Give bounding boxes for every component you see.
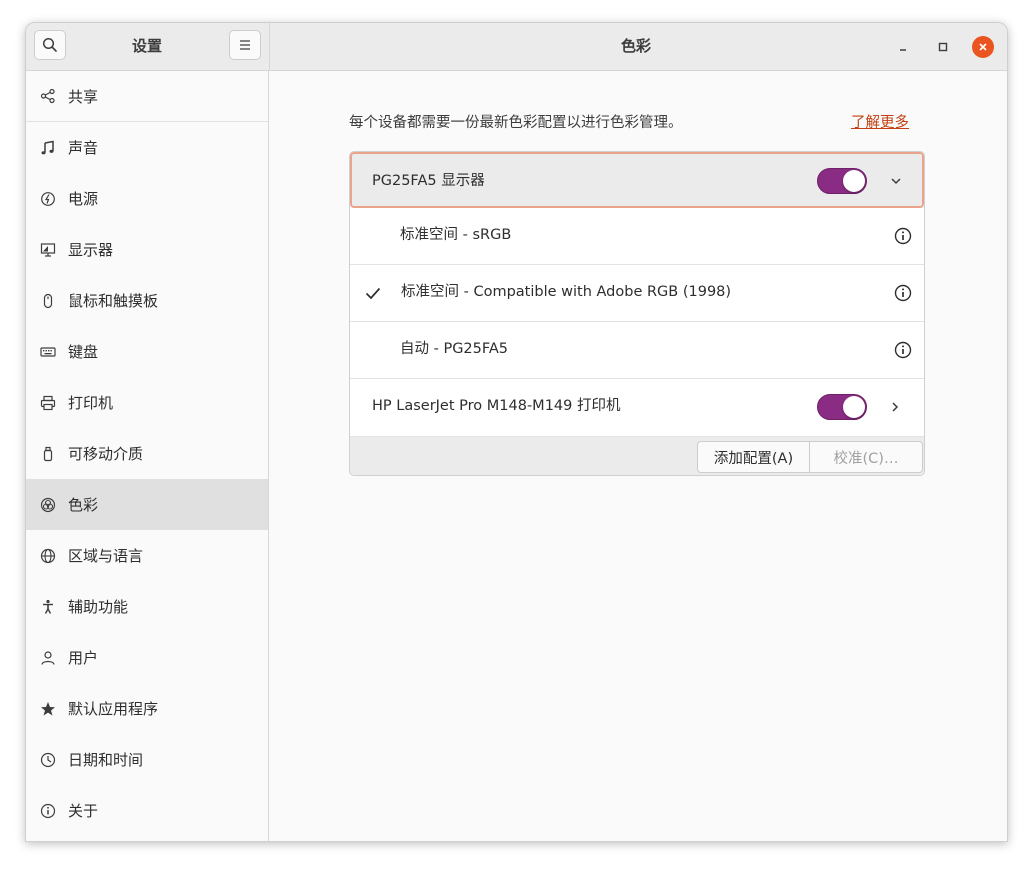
device-list-footer: 添加配置(A) 校准(C)… <box>350 437 924 475</box>
color-icon <box>39 496 57 514</box>
sidebar-item-label: 声音 <box>68 139 99 157</box>
sidebar-item-printers[interactable]: 打印机 <box>26 377 268 428</box>
accessibility-icon <box>39 598 57 616</box>
minimize-button[interactable] <box>892 36 914 58</box>
keyboard-icon <box>39 343 57 361</box>
sidebar-item-removable-media[interactable]: 可移动介质 <box>26 428 268 479</box>
profile-row[interactable]: 标准空间 - sRGB <box>350 208 924 265</box>
device-row-printer[interactable]: HP LaserJet Pro M148-M149 打印机 <box>350 379 924 437</box>
sidebar-item-power[interactable]: 电源 <box>26 173 268 224</box>
minimize-icon <box>900 49 906 51</box>
page-title: 色彩 <box>621 37 652 55</box>
share-icon <box>39 87 57 105</box>
info-icon <box>39 802 57 820</box>
sidebar-item-label: 区域与语言 <box>68 547 144 565</box>
profile-row[interactable]: 自动 - PG25FA5 <box>350 322 924 379</box>
mouse-icon <box>39 292 57 310</box>
device-list: PG25FA5 显示器 标准空间 - sRGB 标准空间 - Compatibl… <box>349 151 925 476</box>
sidebar-title: 设置 <box>132 37 163 55</box>
sidebar-item-label: 鼠标和触摸板 <box>68 292 159 310</box>
search-button[interactable] <box>34 30 66 60</box>
sidebar-item-label: 辅助功能 <box>68 598 129 616</box>
sidebar-item-label: 关于 <box>68 802 99 820</box>
star-icon <box>39 700 57 718</box>
search-icon <box>42 37 57 52</box>
sidebar-item-label: 共享 <box>68 87 99 106</box>
sidebar-item-displays[interactable]: 显示器 <box>26 224 268 275</box>
clock-icon <box>39 751 57 769</box>
profile-label: 标准空间 - Compatible with Adobe RGB (1998) <box>401 284 732 300</box>
sidebar-item-mouse[interactable]: 鼠标和触摸板 <box>26 275 268 326</box>
color-page: 每个设备都需要一份最新色彩配置以进行色彩管理。 了解更多 PG25FA5 显示器… <box>269 71 1007 841</box>
sidebar-item-label: 显示器 <box>68 241 114 259</box>
music-note-icon <box>39 139 57 157</box>
sidebar-item-sharing[interactable]: 共享 <box>26 71 268 122</box>
sidebar-item-keyboard[interactable]: 键盘 <box>26 326 268 377</box>
sidebar-item-color[interactable]: 色彩 <box>26 479 268 530</box>
maximize-icon <box>938 42 948 52</box>
close-icon <box>979 43 987 51</box>
chevron-down-icon[interactable] <box>887 172 905 190</box>
hamburger-menu-icon <box>240 40 250 50</box>
device-label: PG25FA5 显示器 <box>372 173 485 189</box>
profile-row-selected[interactable]: 标准空间 - Compatible with Adobe RGB (1998) <box>350 265 924 322</box>
sidebar-item-date-time[interactable]: 日期和时间 <box>26 734 268 785</box>
usb-drive-icon <box>39 445 57 463</box>
info-icon[interactable] <box>894 227 912 245</box>
menu-button[interactable] <box>229 30 261 60</box>
header-bar: 设置 色彩 <box>26 23 1007 71</box>
power-icon <box>39 190 57 208</box>
sidebar-item-label: 键盘 <box>68 343 99 361</box>
checkmark-icon <box>365 287 381 300</box>
settings-window: 设置 色彩 共享 声音 电源 显示器 鼠标和触摸板 键盘 打印机 可移动介质 色… <box>25 22 1008 842</box>
device-label: HP LaserJet Pro M148-M149 打印机 <box>372 398 621 414</box>
sidebar-item-about[interactable]: 关于 <box>26 785 268 836</box>
sidebar-item-sound[interactable]: 声音 <box>26 122 268 173</box>
sidebar-item-label: 打印机 <box>68 394 114 412</box>
calibrate-button[interactable]: 校准(C)… <box>810 441 923 473</box>
learn-more-link[interactable]: 了解更多 <box>851 111 909 132</box>
info-icon[interactable] <box>894 284 912 302</box>
printer-icon <box>39 394 57 412</box>
sidebar-item-users[interactable]: 用户 <box>26 632 268 683</box>
add-profile-button[interactable]: 添加配置(A) <box>697 441 810 473</box>
sidebar-item-label: 电源 <box>68 190 99 208</box>
sidebar-item-label: 日期和时间 <box>68 751 144 769</box>
globe-icon <box>39 547 57 565</box>
profile-label: 自动 - PG25FA5 <box>400 341 509 357</box>
sidebar-item-region-language[interactable]: 区域与语言 <box>26 530 268 581</box>
page-description: 每个设备都需要一份最新色彩配置以进行色彩管理。 <box>349 115 683 131</box>
close-button[interactable] <box>972 36 994 58</box>
sidebar-item-default-apps[interactable]: 默认应用程序 <box>26 683 268 734</box>
maximize-button[interactable] <box>932 36 954 58</box>
device-row-monitor[interactable]: PG25FA5 显示器 <box>350 152 924 208</box>
sidebar-header: 设置 <box>26 23 270 70</box>
sidebar-item-accessibility[interactable]: 辅助功能 <box>26 581 268 632</box>
info-icon[interactable] <box>894 341 912 359</box>
profile-label: 标准空间 - sRGB <box>400 227 512 243</box>
device-toggle[interactable] <box>817 168 867 194</box>
sidebar: 共享 声音 电源 显示器 鼠标和触摸板 键盘 打印机 可移动介质 色彩 区域与语… <box>26 71 269 841</box>
sidebar-item-label: 可移动介质 <box>68 445 144 463</box>
sidebar-item-label: 色彩 <box>68 496 99 514</box>
display-icon <box>39 241 57 259</box>
user-icon <box>39 649 57 667</box>
device-toggle[interactable] <box>817 394 867 420</box>
sidebar-item-label: 默认应用程序 <box>68 700 159 718</box>
sidebar-item-label: 用户 <box>68 649 99 667</box>
chevron-right-icon[interactable] <box>886 398 904 416</box>
